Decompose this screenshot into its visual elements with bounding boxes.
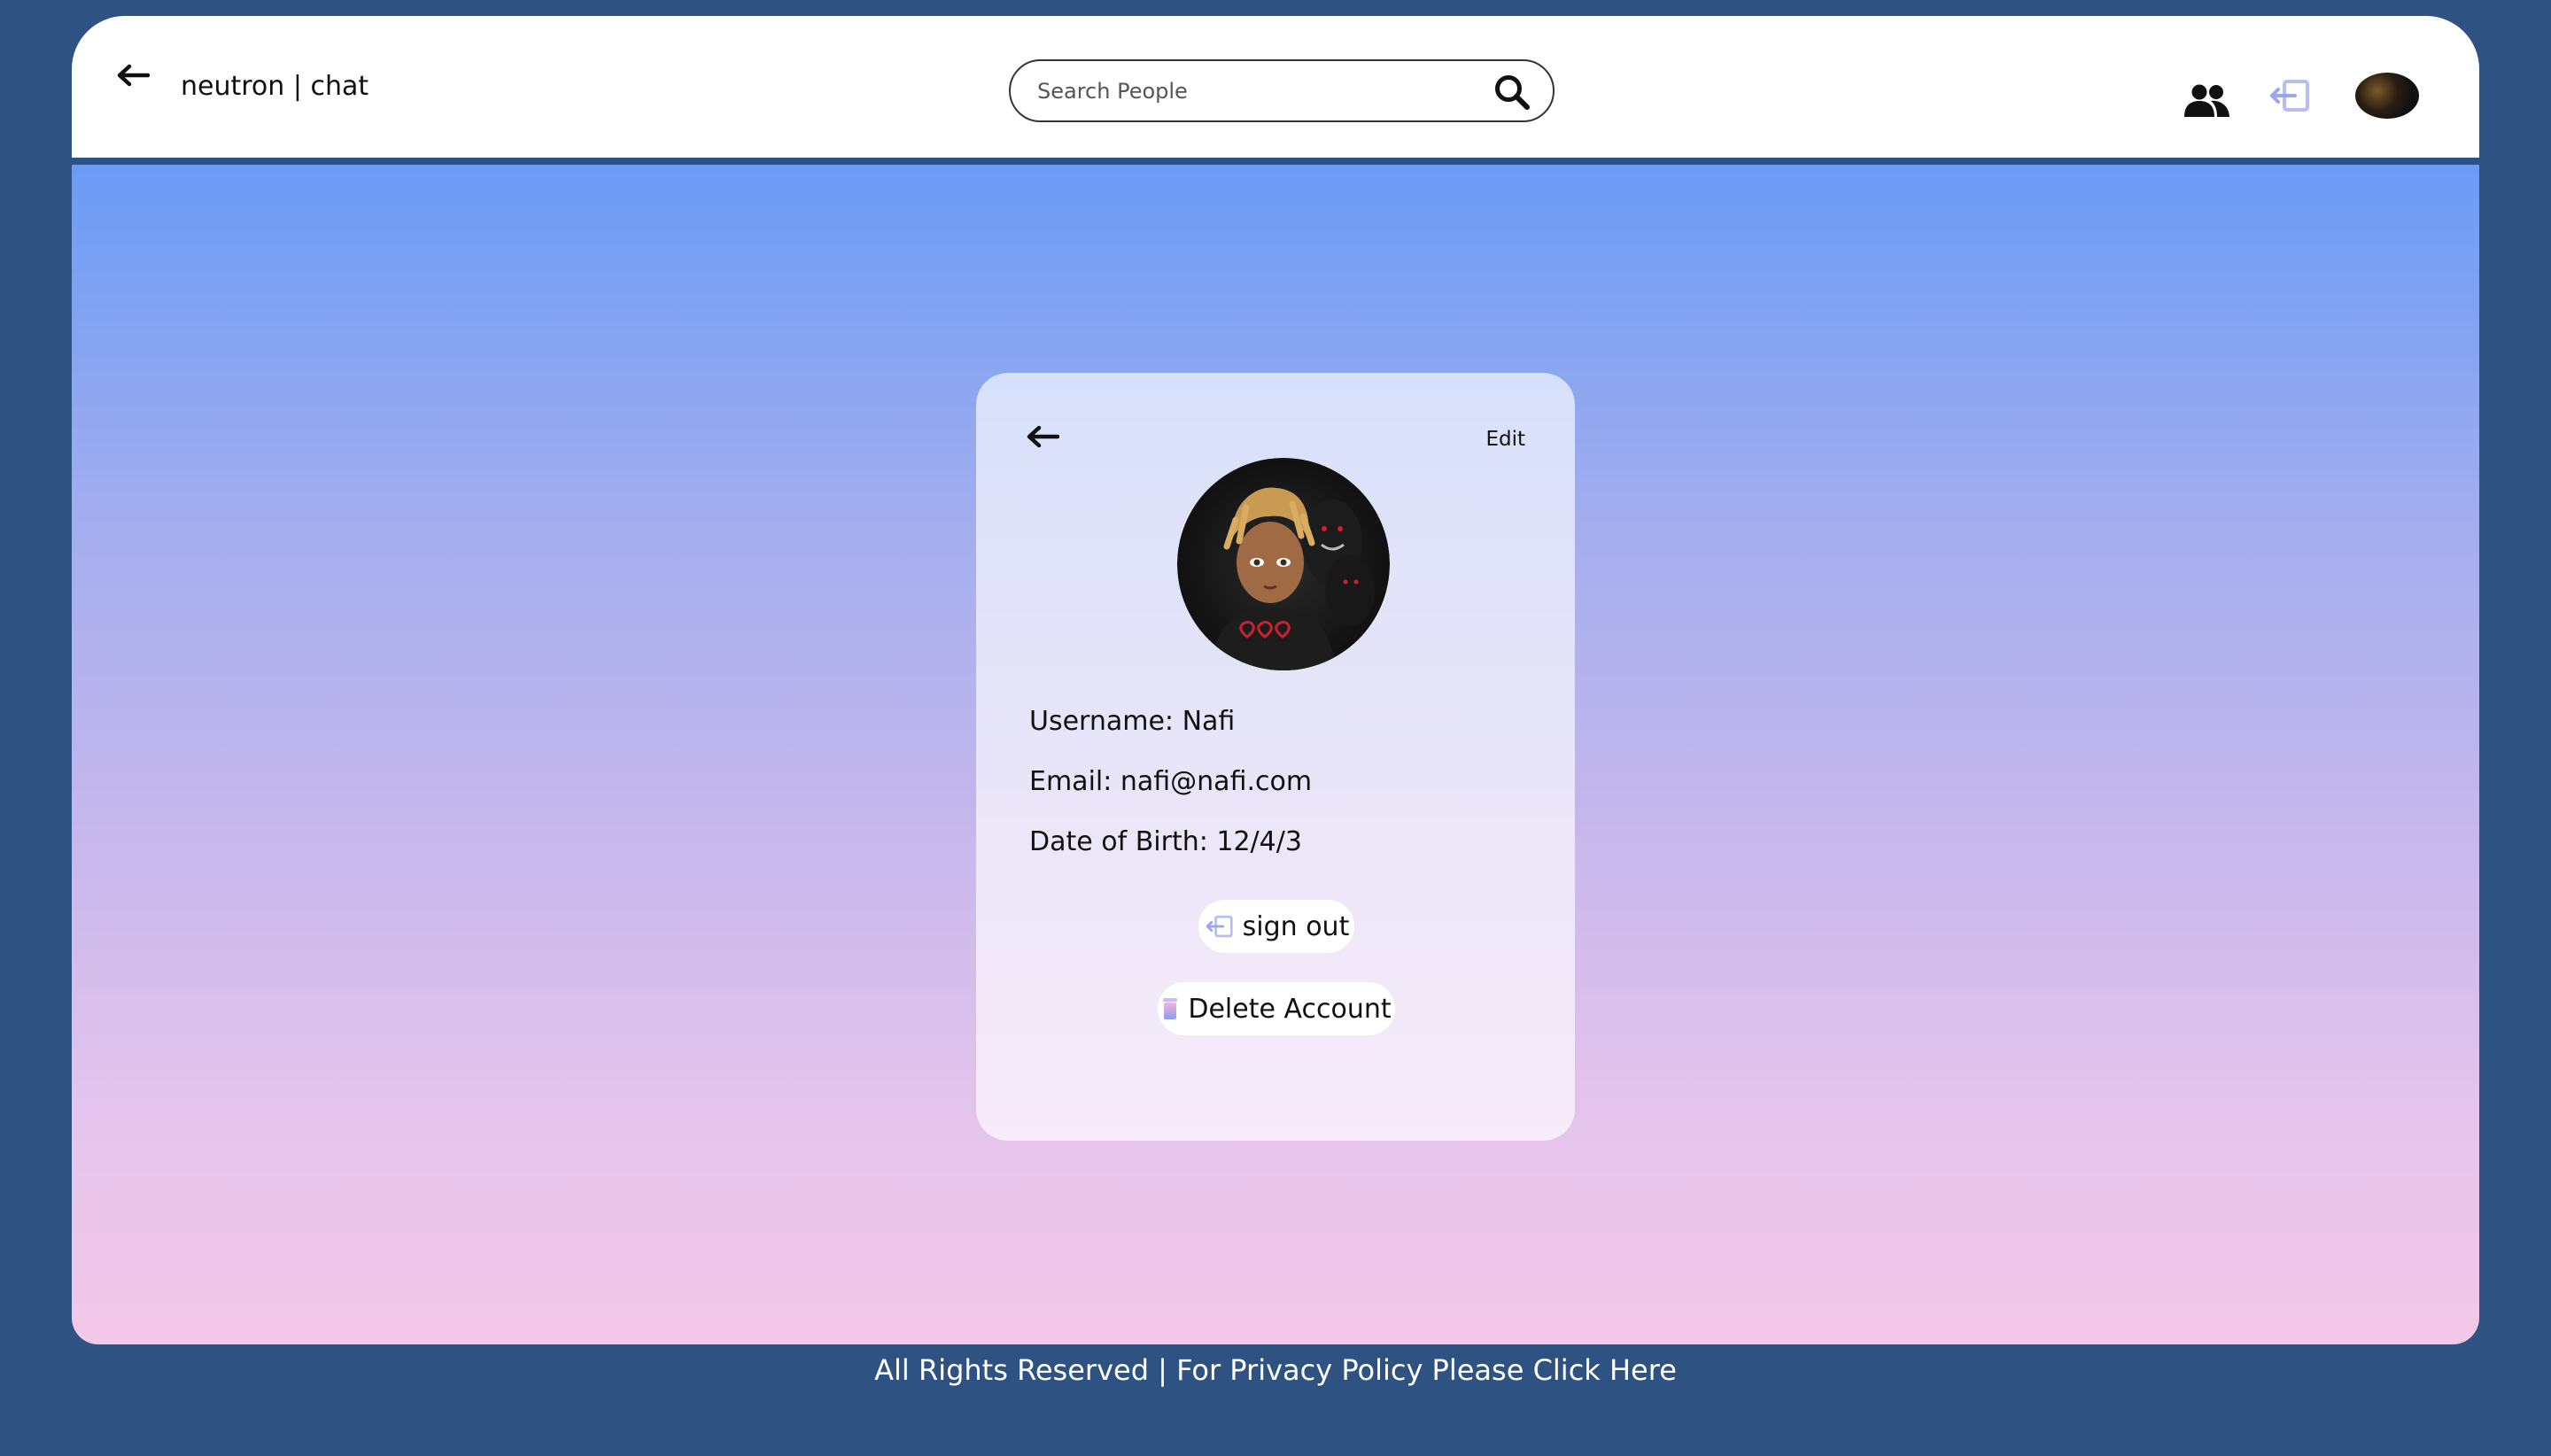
sign-out-icon bbox=[1206, 915, 1233, 938]
email-text: Email: nafi@nafi.com bbox=[1029, 766, 1313, 797]
sign-out-button[interactable]: sign out bbox=[1198, 900, 1354, 953]
username-text: Username: Nafi bbox=[1029, 706, 1236, 737]
people-icon[interactable] bbox=[2182, 83, 2231, 119]
top-navbar: neutron | chat bbox=[72, 16, 2479, 158]
search-icon[interactable] bbox=[1491, 72, 1533, 112]
search-bar bbox=[1009, 59, 1555, 122]
edit-link[interactable]: Edit bbox=[1485, 428, 1525, 451]
profile-card: Edit Username: Nafi Email: nafi@nafi.com… bbox=[976, 373, 1575, 1141]
back-arrow-icon[interactable] bbox=[1020, 419, 1065, 454]
navbar-divider bbox=[72, 158, 2479, 165]
back-arrow-icon[interactable] bbox=[105, 53, 160, 97]
delete-account-label: Delete Account bbox=[1188, 993, 1392, 1025]
dob-text: Date of Birth: 12/4/3 bbox=[1029, 826, 1302, 857]
sign-out-label: sign out bbox=[1242, 910, 1350, 942]
delete-account-button[interactable]: Delete Account bbox=[1158, 982, 1395, 1035]
avatar[interactable] bbox=[2355, 73, 2419, 119]
search-input[interactable] bbox=[1037, 72, 1480, 111]
profile-picture bbox=[1177, 458, 1390, 670]
trash-icon bbox=[1163, 998, 1178, 1019]
brand-title: neutron | chat bbox=[181, 71, 369, 102]
sign-out-icon[interactable] bbox=[2267, 78, 2311, 113]
footer-privacy-link[interactable]: All Rights Reserved | For Privacy Policy… bbox=[0, 1353, 2551, 1387]
